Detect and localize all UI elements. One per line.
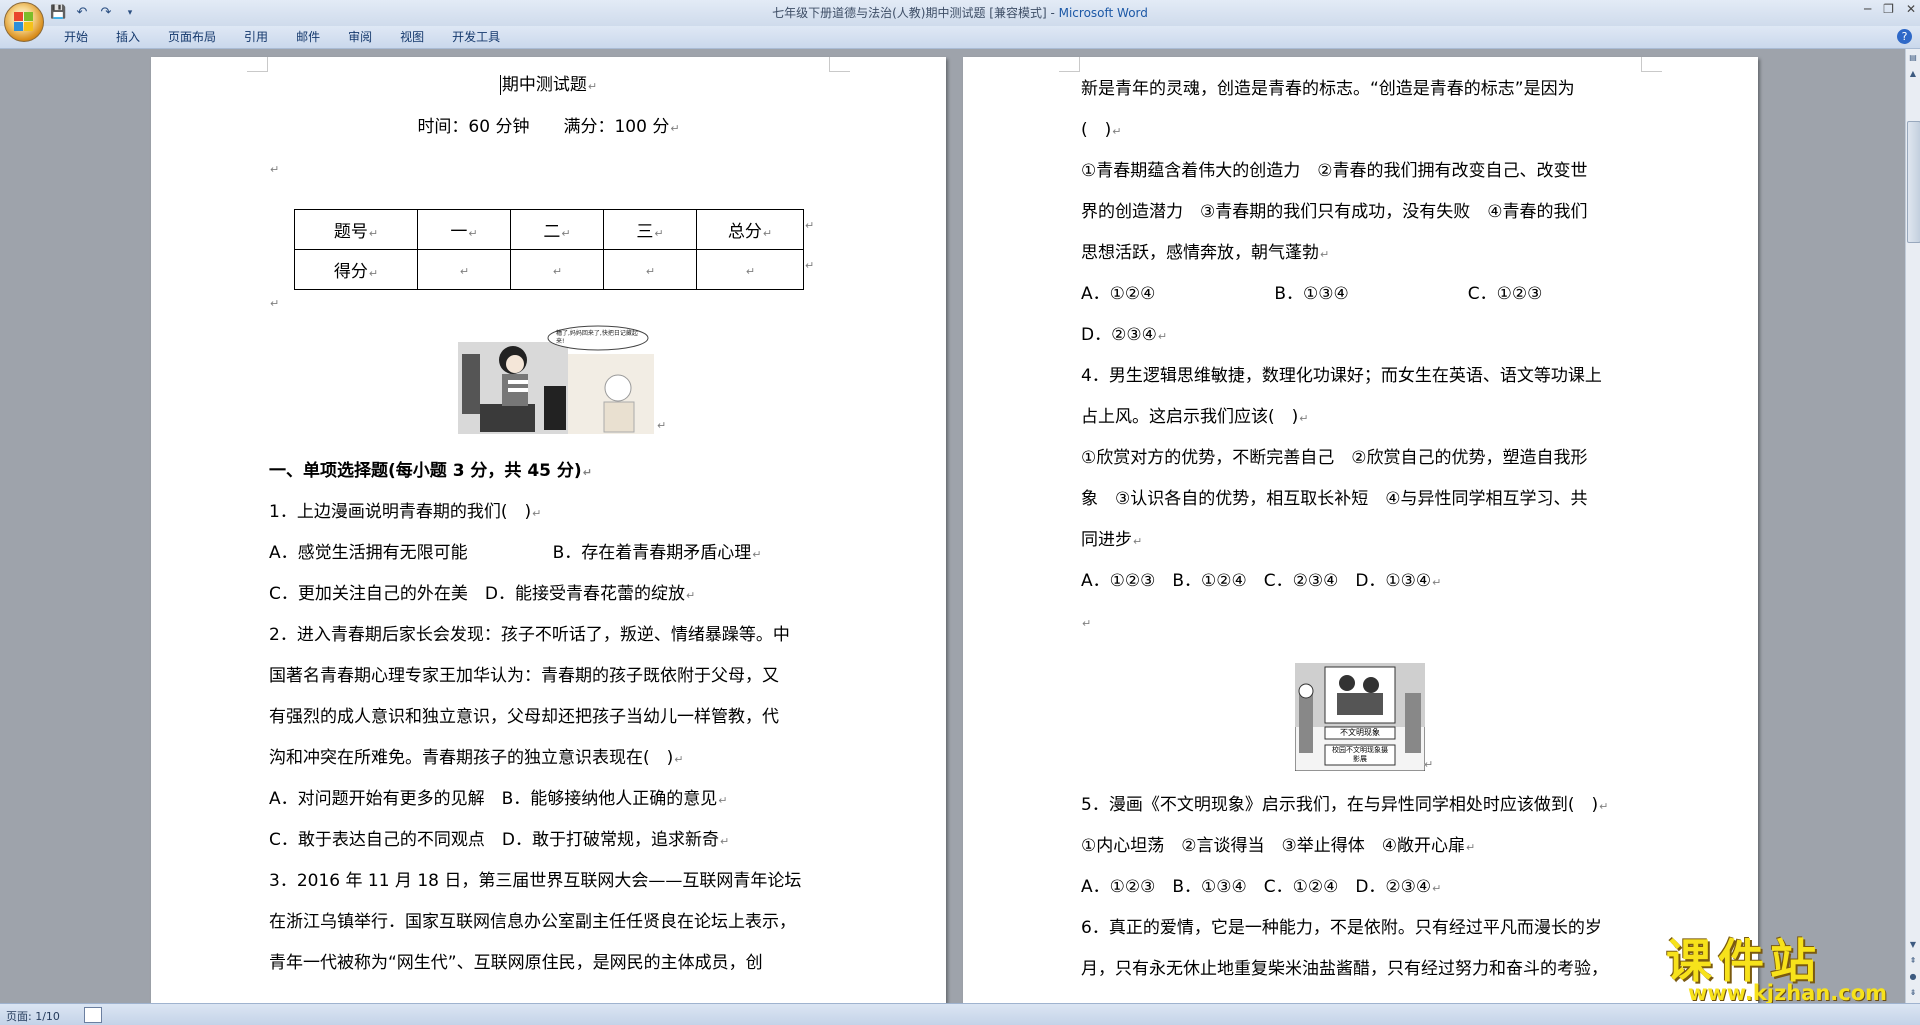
score-table: 题号↵ 一↵ 二↵ 三↵ 总分↵ 得分↵ ↵ ↵ ↵ ↵	[294, 209, 804, 290]
question-line: 3．2016 年 11 月 18 日，第三届世界互联网大会——互联网青年论坛	[269, 871, 802, 891]
tab-insert[interactable]: 插入	[102, 29, 154, 45]
maximize-icon[interactable]: ❐	[1883, 2, 1894, 16]
watermark-name: 课件站	[1666, 934, 1822, 988]
cartoon-label-1: 不文明现象	[1340, 728, 1380, 737]
table-row: 题号↵ 一↵ 二↵ 三↵ 总分↵	[294, 209, 804, 250]
ribbon: 开始 插入 页面布局 引用 邮件 审阅 视图 开发工具 ?	[0, 26, 1920, 49]
cartoon-speech-text: 糟了,妈妈回来了,快把日记藏起来!	[556, 330, 638, 345]
table-cell: 得分	[333, 262, 368, 282]
option-line: D．②③④↵	[1081, 325, 1168, 345]
cartoon-label-2: 校园不文明现象摄影展	[1332, 746, 1388, 763]
option-line: A．感觉生活拥有无限可能 B．存在着青春期矛盾心理↵	[269, 543, 762, 563]
table-cell: 总分	[727, 222, 762, 242]
option-line: 思想活跃，感情奔放，朝气蓬勃↵	[1081, 243, 1330, 263]
exam-time-line: 时间：60 分钟 满分：100 分↵	[417, 117, 680, 137]
document-page-2[interactable]: 新是青年的灵魂，创造是青春的标志。“创造是青春的标志”是因为 ( )↵ ①青春期…	[963, 57, 1758, 1004]
option-line: ①欣赏对方的优势，不断完善自己 ②欣赏自己的优势，塑造自我形	[1081, 448, 1588, 468]
cartoon-image-diary: 糟了,妈妈回来了,快把日记藏起来! ↵	[458, 324, 666, 434]
tab-mailings[interactable]: 邮件	[282, 29, 334, 45]
crop-mark	[1059, 57, 1080, 72]
question-line: 国著名青春期心理专家王加华认为：青春期的孩子既依附于父母，又	[269, 666, 779, 686]
title-bar: 💾 ↶ ↷ ▾ 七年级下册道德与法治(人教)期中测试题 [兼容模式] - Mic…	[0, 0, 1920, 27]
option-line: C．敢于表达自己的不同观点 D．敢于打破常规，追求新奇↵	[269, 830, 730, 850]
page-title: 期中测试题↵	[499, 75, 598, 95]
site-watermark: 课件站 www.kjzhan.com	[1666, 934, 1898, 1005]
window-title: 七年级下册道德与法治(人教)期中测试题 [兼容模式] - Microsoft W…	[0, 4, 1920, 21]
table-row: 得分↵ ↵ ↵ ↵ ↵	[294, 249, 804, 290]
question-line: 5．漫画《不文明现象》启示我们，在与异性同学相处时应该做到( )↵	[1081, 795, 1609, 815]
question-line: 6．真正的爱情，它是一种能力，不是依附。只有经过平凡而漫长的岁	[1081, 918, 1602, 938]
tab-home[interactable]: 开始	[50, 29, 102, 45]
option-line: ①青春期蕴含着伟大的创造力 ②青春的我们拥有改变自己、改变世	[1081, 161, 1588, 181]
cartoon-image-uncivil: 不文明现象 校园不文明现象摄影展 ↵	[1294, 662, 1433, 772]
tab-developer[interactable]: 开发工具	[438, 29, 514, 45]
scroll-thumb[interactable]	[1907, 121, 1920, 243]
table-cell: 题号	[333, 222, 368, 242]
table-cell: 三	[636, 222, 654, 242]
minimize-icon[interactable]: ─	[1864, 2, 1871, 16]
watermark-url: www.kjzhan.com	[1688, 981, 1888, 1005]
question-line: 有强烈的成人意识和独立意识，父母却还把孩子当幼儿一样管教，代	[269, 707, 779, 727]
page-count-status[interactable]: 页面: 1/10	[6, 1008, 60, 1024]
previous-page-icon[interactable]: ⇞	[1907, 954, 1919, 968]
document-workspace[interactable]: 期中测试题↵ 时间：60 分钟 满分：100 分↵ ↵ 题号↵ 一↵ 二↵ 三↵…	[0, 49, 1906, 1004]
status-bar: 页面: 1/10	[0, 1003, 1920, 1025]
page2-body-top: 新是青年的灵魂，创造是青春的标志。“创造是青春的标志”是因为 ( )↵ ①青春期…	[1081, 69, 1641, 643]
question-line: 4．男生逻辑思维敏捷，数理化功课好；而女生在英语、语文等功课上	[1081, 366, 1602, 386]
crop-mark	[1641, 57, 1662, 72]
question-line: 1．上边漫画说明青春期的我们( )↵	[269, 502, 542, 522]
page1-body: 一、单项选择题(每小题 3 分，共 45 分)↵ 1．上边漫画说明青春期的我们(…	[269, 451, 829, 984]
help-icon[interactable]: ?	[1897, 29, 1912, 44]
option-line: 界的创造潜力 ③青春期的我们只有成功，没有失败 ④青春的我们	[1081, 202, 1588, 222]
question-line: 新是青年的灵魂，创造是青春的标志。“创造是青春的标志”是因为	[1081, 79, 1575, 99]
question-line: 2．进入青春期后家长会发现：孩子不听话了，叛逆、情绪暴躁等。中	[269, 625, 790, 645]
option-line: ①内心坦荡 ②言谈得当 ③举止得体 ④敞开心扉↵	[1081, 836, 1476, 856]
question-line: 沟和冲突在所难免。青春期孩子的独立意识表现在( )↵	[269, 748, 684, 768]
close-icon[interactable]: ✕	[1906, 2, 1916, 16]
paragraph-mark: ↵	[270, 297, 280, 310]
vertical-scrollbar[interactable]: ▤ ▲ ▼ ⇞ ● ⇟	[1905, 49, 1920, 1004]
tab-page-layout[interactable]: 页面布局	[154, 29, 230, 45]
option-line: 同进步↵	[1081, 530, 1143, 550]
paragraph-mark: ↵	[270, 163, 280, 176]
tab-review[interactable]: 审阅	[334, 29, 386, 45]
page2-body-bottom: 5．漫画《不文明现象》启示我们，在与异性同学相处时应该做到( )↵ ①内心坦荡 …	[1081, 785, 1641, 990]
question-line: 在浙江乌镇举行．国家互联网信息办公室副主任任贤良在论坛上表示，	[269, 912, 796, 932]
tab-references[interactable]: 引用	[230, 29, 282, 45]
office-button[interactable]	[4, 2, 44, 42]
question-line: ( )↵	[1081, 120, 1122, 140]
crop-mark	[829, 57, 850, 72]
paragraph-mark: ↵	[1082, 617, 1092, 630]
question-line: 占上风。这启示我们应该( )↵	[1081, 407, 1309, 427]
next-page-icon[interactable]: ⇟	[1907, 986, 1919, 1000]
option-line: A．①②③ B．①③④ C．①②④ D．②③④↵	[1081, 877, 1442, 897]
scroll-down-icon[interactable]: ▼	[1907, 938, 1919, 952]
row-end-mark: ↵	[805, 259, 815, 272]
option-line: A．对问题开始有更多的见解 B．能够接纳他人正确的意见↵	[269, 789, 728, 809]
section-heading: 一、单项选择题(每小题 3 分，共 45 分)↵	[269, 461, 592, 481]
tab-view[interactable]: 视图	[386, 29, 438, 45]
table-cell: 二	[543, 222, 561, 242]
crop-mark	[247, 57, 268, 72]
office-logo-icon	[14, 12, 34, 32]
option-line: 象 ③认识各自的优势，相互取长补短 ④与异性同学相互学习、共	[1081, 489, 1588, 509]
scroll-up-icon[interactable]: ▲	[1907, 67, 1919, 81]
ribbon-tabs: 开始 插入 页面布局 引用 邮件 审阅 视图 开发工具	[50, 29, 514, 45]
question-line: 青年一代被称为“网生代”、互联网原住民，是网民的主体成员，创	[269, 953, 763, 973]
option-line: A．①②④ B．①③④ C．①②③	[1081, 284, 1543, 304]
app-name: Microsoft Word	[1058, 6, 1148, 20]
option-line: A．①②③ B．①②④ C．②③④ D．①③④↵	[1081, 571, 1442, 591]
document-page-1[interactable]: 期中测试题↵ 时间：60 分钟 满分：100 分↵ ↵ 题号↵ 一↵ 二↵ 三↵…	[151, 57, 946, 1004]
table-cell: 一	[450, 222, 468, 242]
document-title: 七年级下册道德与法治(人教)期中测试题 [兼容模式] -	[772, 6, 1059, 20]
question-line: 月，只有永无休止地重复柴米油盐酱醋，只有经过努力和奋斗的考验，	[1081, 959, 1608, 979]
window-controls: ─ ❐ ✕	[1864, 2, 1916, 16]
option-line: C．更加关注自己的外在美 D．能接受青春花蕾的绽放↵	[269, 584, 696, 604]
row-end-mark: ↵	[805, 219, 815, 232]
select-browse-object-icon[interactable]: ●	[1907, 970, 1919, 984]
proofing-icon[interactable]	[84, 1007, 102, 1023]
ruler-toggle-icon[interactable]: ▤	[1907, 51, 1919, 65]
